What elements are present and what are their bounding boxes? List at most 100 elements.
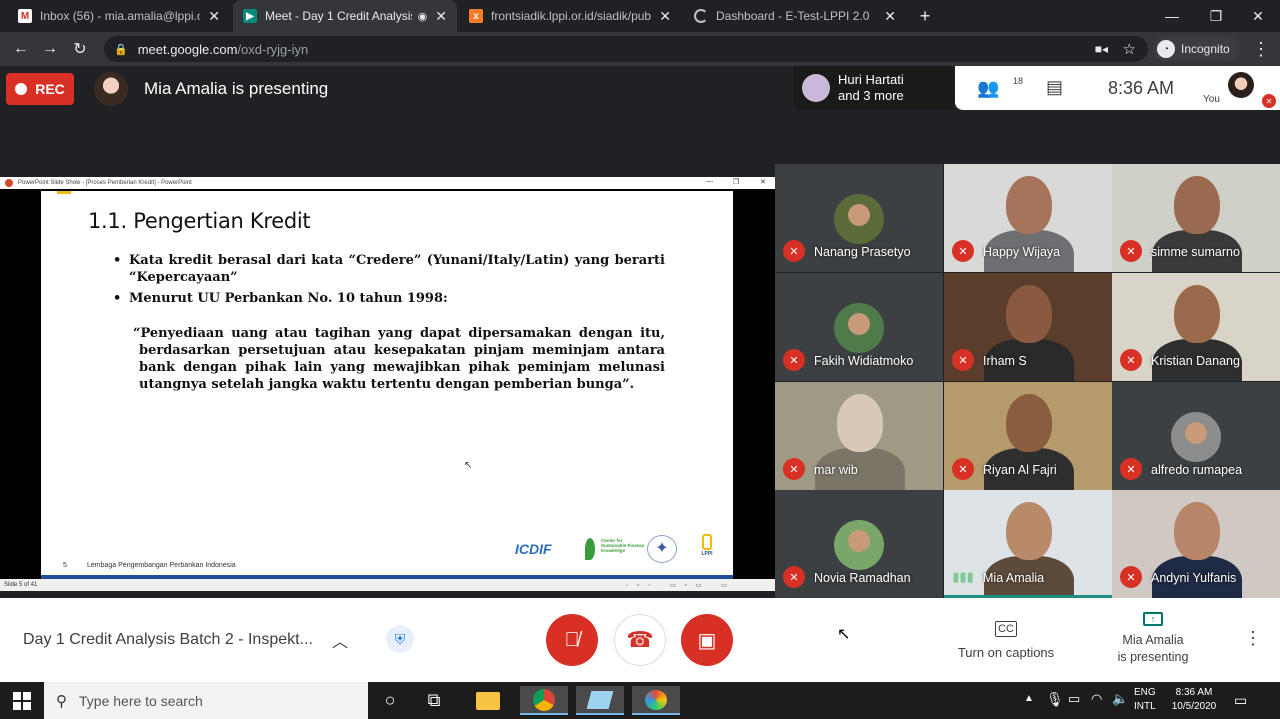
close-tab-icon[interactable]: ✕ [208,8,220,25]
bookmark-star-icon[interactable]: ☆ [1123,40,1136,58]
ppt-titlebar: PowerPoint Slide Show - [Proses Pemberia… [0,177,775,189]
chat-icon[interactable]: ▤ [1046,77,1063,98]
mic-muted-icon: ✕ [1120,566,1142,588]
cortana-icon[interactable]: ○ [366,686,414,715]
file-explorer-icon[interactable] [464,686,512,715]
slide-title: 1.1. Pengertian Kredit [88,209,311,233]
presenting-button[interactable]: ↑ Mia Amalia is presenting [1110,612,1196,666]
participant-tile[interactable]: ✕ mar wib [775,382,943,490]
incognito-label: Incognito [1181,42,1230,56]
tab-dashboard[interactable]: Dashboard - E-Test-LPPI 2.0 ✕ [684,0,906,32]
participant-video-face [1174,502,1220,560]
captions-button[interactable]: CC Turn on captions [952,620,1060,660]
participant-name: Kristian Danang [1151,354,1240,368]
participant-tile[interactable]: ✕ Novia Ramadhan [775,490,943,598]
participant-tile[interactable]: ▮▮▮ Mia Amalia [944,490,1112,598]
taskbar-clock[interactable]: 8:36 AM 10/5/2020 [1166,686,1222,714]
more-options-icon[interactable]: ⋮ [1244,628,1262,649]
participant-name: Irham S [983,354,1027,368]
ppt-window-title: PowerPoint Slide Show - [Proses Pemberia… [18,180,192,186]
participant-tile[interactable]: ✕ Kristian Danang [1112,273,1280,381]
participant-name: alfredo rumapea [1151,463,1243,477]
task-view-icon[interactable]: ⧉ [410,686,458,715]
tab-meet[interactable]: ▶ Meet - Day 1 Credit Analysis ◉ ✕ [233,0,457,32]
joined-people-card[interactable]: Huri Hartati and 3 more [794,66,954,110]
participant-video-face [1006,394,1052,452]
forward-icon[interactable]: → [39,38,61,60]
participant-name: mar wib [814,463,858,477]
avatar [802,74,830,102]
security-shield-icon[interactable]: ⛨ [386,625,414,653]
people-line2: and 3 more [838,88,904,103]
participant-tile[interactable]: ✕ Nanang Prasetyo [775,164,943,272]
leave-call-button[interactable]: ☎ [614,614,666,666]
notification-icon[interactable]: ▭ [1234,692,1247,709]
mic-muted-icon: ✕ [952,458,974,480]
presenting-line1: Mia Amalia [1122,633,1184,647]
slide-accent [57,191,71,194]
bullet-icon: • [113,291,122,306]
speaking-indicator-icon: ▮▮▮ [952,569,974,584]
tab-siadik[interactable]: x frontsiadik.lppi.or.id/siadik/public ✕ [459,0,681,32]
tab-title: Inbox (56) - mia.amalia@lppi.or.id [40,9,201,23]
browser-toolbar: ← → ↻ 🔒 meet.google.com /oxd-ryjg-iyn ■◂… [0,32,1280,66]
meet-clock: 8:36 AM [1108,78,1175,98]
recording-indicator-icon: ◉ [417,10,428,23]
participant-tile[interactable]: ✕ Fakih Widiatmoko [775,273,943,381]
reload-icon[interactable]: ↻ [69,38,91,60]
joined-people-text: Huri Hartati and 3 more [838,72,904,104]
mic-muted-icon: ✕ [783,240,805,262]
participant-video-face [1006,285,1052,343]
mic-muted-icon: ✕ [1120,458,1142,480]
close-window-icon[interactable]: ✕ [1236,0,1280,32]
volume-icon[interactable]: 🔈 [1112,691,1128,707]
slide-bullet: • Kata kredit berasal dari kata “Credere… [113,252,665,286]
participant-tile[interactable]: ✕ Riyan Al Fajri [944,382,1112,490]
participant-name: Fakih Widiatmoko [814,354,914,368]
mic-muted-icon: ✕ [952,240,974,262]
tab-inbox[interactable]: M Inbox (56) - mia.amalia@lppi.or.id ✕ [8,0,230,32]
address-bar[interactable]: 🔒 meet.google.com /oxd-ryjg-iyn ■◂ ☆ [104,36,1148,62]
camera-off-button[interactable]: ▣ [681,614,733,666]
mic-muted-icon: ✕ [1120,240,1142,262]
camera-blocked-icon[interactable]: ■◂ [1095,42,1108,56]
start-button[interactable] [0,682,44,719]
self-avatar [1228,72,1254,98]
windows-taskbar: ⚲ Type here to search ○ ⧉ ▲ 🎙 ▭ ◠ 🔈 ENG … [0,682,1280,719]
wifi-icon[interactable]: ◠ [1091,691,1102,707]
close-tab-icon[interactable]: ✕ [659,8,671,25]
new-tab-button[interactable]: + [910,0,940,32]
participant-video-face [1006,502,1052,560]
participant-tile[interactable]: ✕ Happy Wijaya [944,164,1112,272]
chrome-menu-icon[interactable]: ⋮ [1250,38,1272,60]
mic-muted-icon: ✕ [1120,349,1142,371]
microphone-tray-icon[interactable]: 🎙 [1046,691,1064,708]
record-dot-icon [15,83,28,95]
participant-tile[interactable]: ✕ alfredo rumapea [1112,382,1280,490]
meeting-title[interactable]: Day 1 Credit Analysis Batch 2 - Inspekt.… [23,631,313,649]
close-tab-icon[interactable]: ✕ [435,8,447,25]
chevron-up-icon[interactable]: ︿ [332,628,348,652]
language-indicator[interactable]: ENG INTL [1134,686,1156,714]
incognito-badge[interactable]: ◔ Incognito [1153,37,1240,61]
participant-tile[interactable]: ✕ Andyni Yulfanis [1112,490,1280,598]
people-icon[interactable]: 👥 [977,78,999,99]
participant-tile[interactable]: ✕ simme sumarno [1112,164,1280,272]
close-tab-icon[interactable]: ✕ [884,8,896,25]
mic-muted-icon: ✕ [783,458,805,480]
chrome-icon[interactable] [520,686,568,715]
maximize-icon[interactable]: ❐ [1194,0,1238,32]
minimize-icon[interactable]: — [1150,0,1194,32]
participant-tile[interactable]: ✕ Irham S [944,273,1112,381]
taskbar-time: 8:36 AM [1175,687,1213,698]
windows-logo-icon [13,691,31,710]
taskbar-search[interactable]: ⚲ Type here to search [44,682,368,719]
tray-overflow-icon[interactable]: ▲ [1024,693,1034,704]
paint-icon[interactable] [632,686,680,715]
app-icon[interactable] [576,686,624,715]
microphone-off-button[interactable]: 🎙̸ [546,614,598,666]
battery-icon[interactable]: ▭ [1068,691,1080,707]
shared-screen: PowerPoint Slide Show - [Proses Pemberia… [0,177,775,591]
mic-muted-icon: ✕ [783,566,805,588]
back-icon[interactable]: ← [10,38,32,60]
